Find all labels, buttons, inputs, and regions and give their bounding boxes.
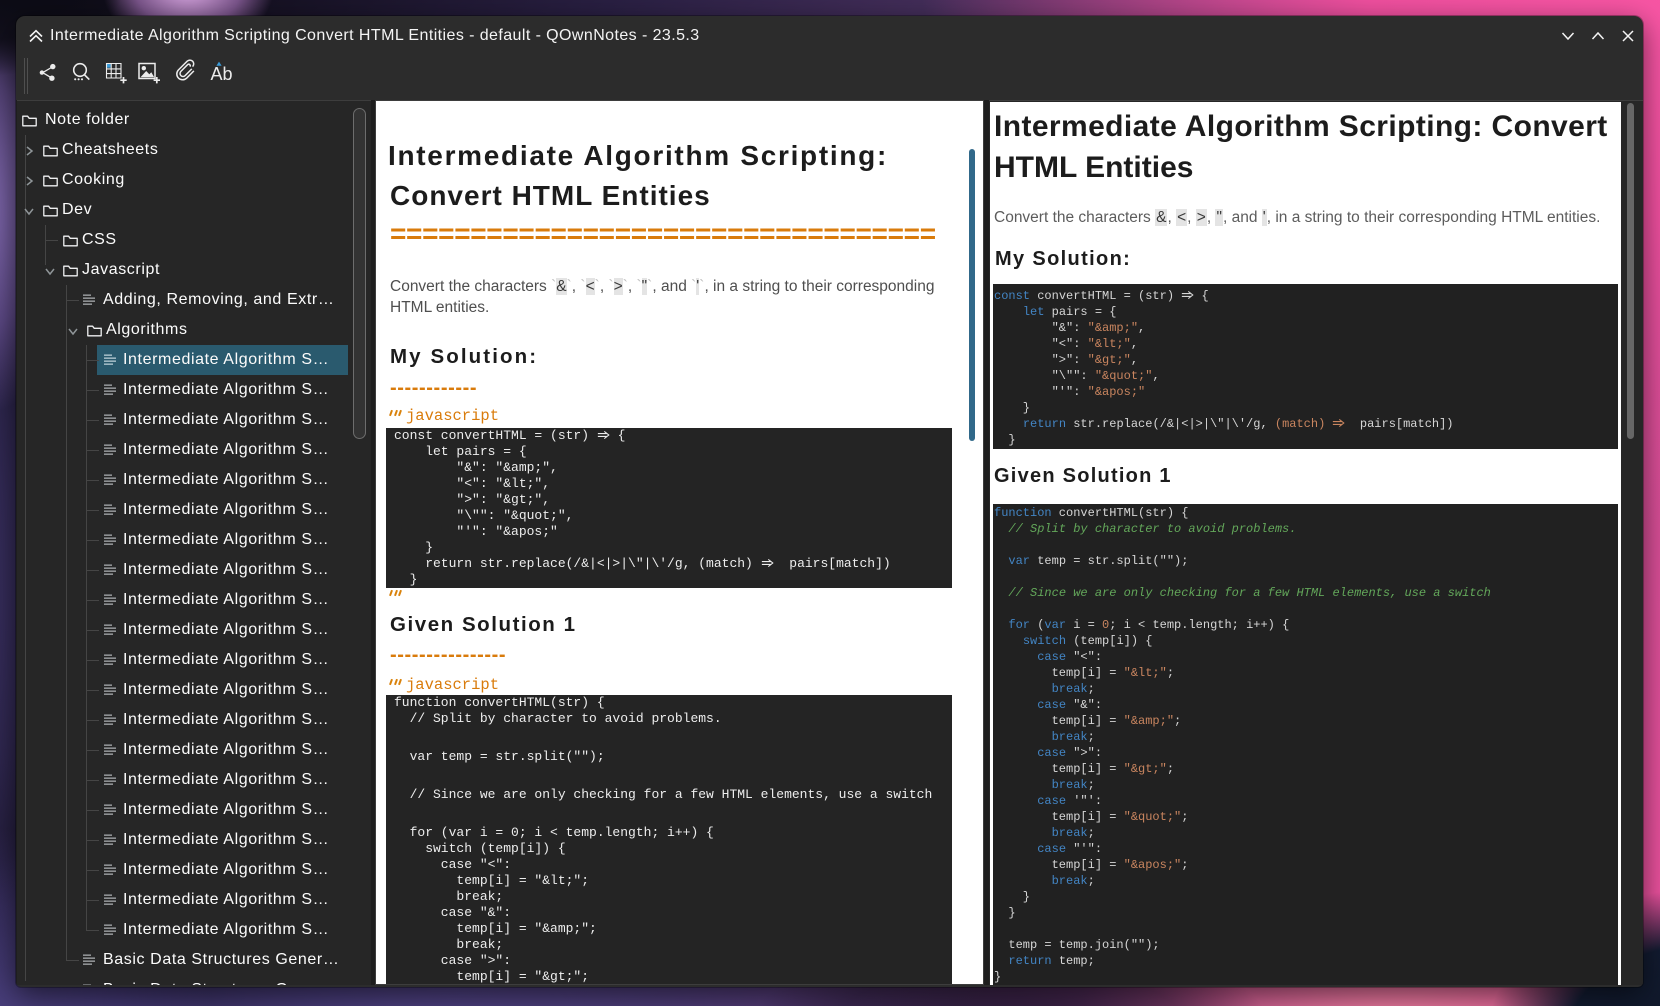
svg-text:Ab: Ab	[211, 64, 233, 84]
